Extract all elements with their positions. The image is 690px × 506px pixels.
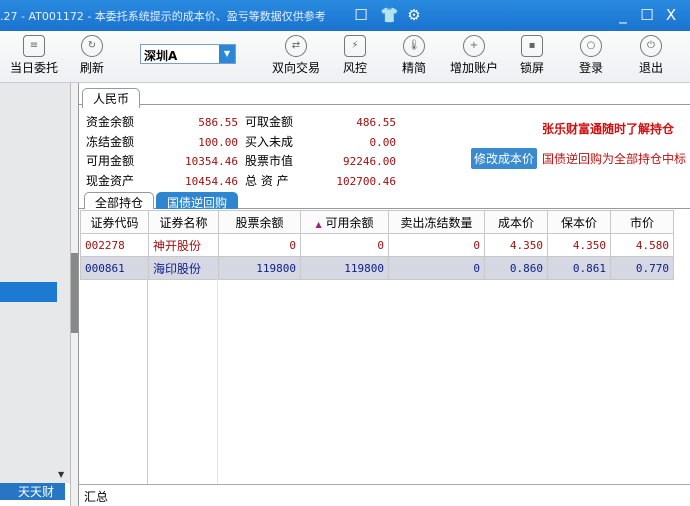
positions-table: 证券代码 证券名称 股票余额 ▲ 可用余额 卖出冻结数量 成本价 保本价 市价 …: [80, 210, 674, 280]
today-orders-button[interactable]: ≡ 当日委托: [10, 35, 58, 76]
risk-control-button[interactable]: ⚡ 风控: [343, 35, 367, 76]
window-icon[interactable]: ☐: [352, 6, 370, 24]
power-icon: ⏻: [640, 35, 662, 57]
close-button[interactable]: X: [662, 6, 680, 24]
col-cost[interactable]: 成本价: [484, 210, 548, 234]
maximize-button[interactable]: ☐: [638, 6, 656, 24]
add-account-button[interactable]: + 增加账户: [450, 35, 498, 76]
window-title: .27 - AT001172 - 本委托系统提示的成本价、盈亏等数据仅供参考: [0, 10, 326, 23]
table-header: 证券代码 证券名称 股票余额 ▲ 可用余额 卖出冻结数量 成本价 保本价 市价: [80, 210, 674, 234]
lock-icon: ▪: [521, 35, 543, 57]
table-row[interactable]: 000861 海印股份 119800 119800 0 0.860 0.861 …: [80, 256, 674, 280]
column-line: [147, 279, 148, 484]
reverse-repo-note: 国债逆回购为全部持仓中标: [542, 152, 687, 166]
divider: [78, 104, 690, 105]
col-frozen[interactable]: 卖出冻结数量: [388, 210, 485, 234]
market-select[interactable]: 深圳A ▼: [140, 44, 236, 64]
minimize-button[interactable]: _: [614, 6, 632, 24]
tab-rmb[interactable]: 人民币: [82, 88, 141, 108]
funds-labels: 资金余额 冻结金额 可用金额 现金资产: [86, 115, 135, 188]
summary-label: 汇总: [84, 490, 109, 504]
gear-icon[interactable]: ⚙: [405, 6, 423, 24]
column-line: [217, 279, 218, 484]
table-row[interactable]: 002278 神开股份 0 0 0 4.350 4.350 4.580: [80, 233, 674, 257]
shield-icon: ⚡: [344, 35, 366, 57]
funds-labels-2: 可取金额 买入未成 股票市值 总 资 产: [245, 115, 294, 188]
simplify-button[interactable]: 🌡 精简: [402, 35, 426, 76]
exit-button[interactable]: ⏻ 退出: [639, 35, 663, 76]
thermometer-icon: 🌡: [403, 35, 425, 57]
add-user-icon: +: [463, 35, 485, 57]
scroll-down-icon[interactable]: ▼: [58, 470, 64, 479]
col-price[interactable]: 市价: [610, 210, 674, 234]
promo-link[interactable]: 张乐财富通随时了解持仓: [542, 120, 674, 137]
document-icon: ≡: [23, 35, 45, 57]
splitter[interactable]: [70, 83, 78, 506]
refresh-button[interactable]: ↻ 刷新: [80, 35, 104, 76]
chevron-down-icon[interactable]: ▼: [219, 45, 235, 63]
user-icon: ○: [580, 35, 602, 57]
two-way-trade-button[interactable]: ⇄ 双向交易: [272, 35, 320, 76]
swap-icon: ⇄: [285, 35, 307, 57]
tab-all-positions[interactable]: 全部持仓: [84, 192, 155, 210]
lock-screen-button[interactable]: ▪ 锁屏: [520, 35, 544, 76]
divider: [78, 484, 690, 485]
title-bar: .27 - AT001172 - 本委托系统提示的成本价、盈亏等数据仅供参考 ☐…: [0, 0, 690, 31]
col-balance[interactable]: 股票余额: [218, 210, 301, 234]
col-code[interactable]: 证券代码: [80, 210, 149, 234]
collapse-handle[interactable]: [71, 253, 78, 333]
tab-reverse-repo[interactable]: 国债逆回购: [156, 192, 239, 210]
funds-values-2: 486.55 0.00 92246.00 102700.46: [336, 116, 396, 188]
left-bottom-tab[interactable]: 天天财: [0, 483, 65, 500]
left-nav-selected-item[interactable]: [0, 282, 57, 302]
sort-asc-icon: ▲: [315, 219, 322, 229]
col-name[interactable]: 证券名称: [148, 210, 219, 234]
funds-values: 586.55 100.00 10354.46 10454.46: [185, 116, 238, 188]
skin-icon[interactable]: 👕: [380, 6, 399, 24]
col-breakeven[interactable]: 保本价: [547, 210, 611, 234]
login-button[interactable]: ○ 登录: [579, 35, 603, 76]
refresh-icon: ↻: [81, 35, 103, 57]
col-available[interactable]: ▲ 可用余额: [300, 210, 389, 234]
modify-cost-button[interactable]: 修改成本价: [471, 148, 538, 169]
